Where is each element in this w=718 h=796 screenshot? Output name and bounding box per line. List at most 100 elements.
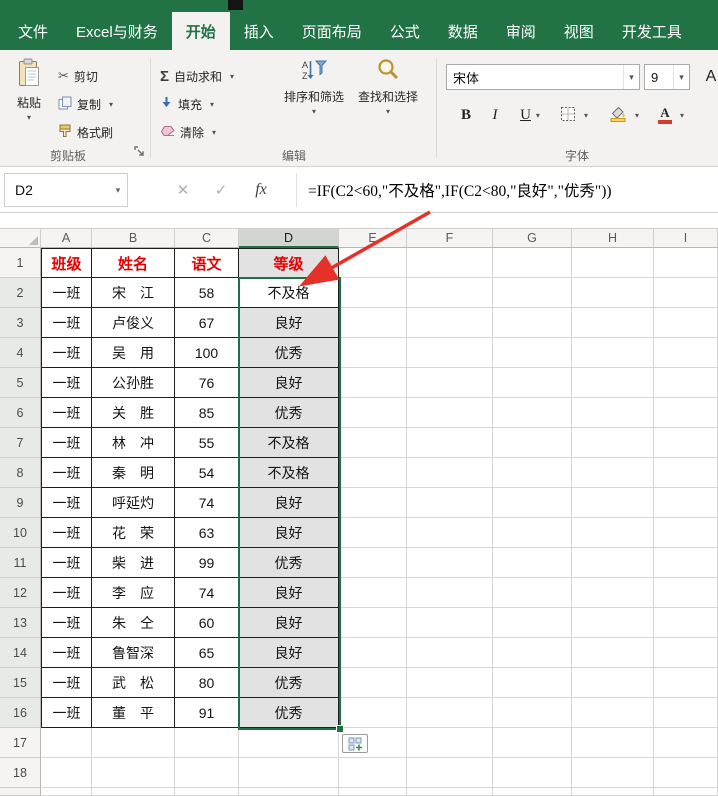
cell-E7[interactable] xyxy=(339,428,407,458)
cell-A7[interactable]: 一班 xyxy=(41,428,92,458)
cell-I6[interactable] xyxy=(654,398,718,428)
column-header-G[interactable]: G xyxy=(493,228,572,248)
cell-F11[interactable] xyxy=(407,548,493,578)
cell-H10[interactable] xyxy=(572,518,654,548)
cell-D6[interactable]: 优秀 xyxy=(239,398,339,428)
cell-C5[interactable]: 76 xyxy=(175,368,239,398)
cell-E13[interactable] xyxy=(339,608,407,638)
cell-D1[interactable]: 等级 xyxy=(239,248,339,278)
cell-A1[interactable]: 班级 xyxy=(41,248,92,278)
cell-D11[interactable]: 优秀 xyxy=(239,548,339,578)
cell-F4[interactable] xyxy=(407,338,493,368)
cell-I4[interactable] xyxy=(654,338,718,368)
paste-dropdown-icon[interactable]: ▾ xyxy=(27,114,31,122)
sort-filter-button[interactable]: A Z 排序和筛选 ▾ xyxy=(278,54,350,148)
row-header-8[interactable]: 8 xyxy=(0,458,41,488)
cell-D8[interactable]: 不及格 xyxy=(239,458,339,488)
cell-H4[interactable] xyxy=(572,338,654,368)
grow-font-button[interactable]: A xyxy=(698,64,718,90)
cell-I13[interactable] xyxy=(654,608,718,638)
cell-C16[interactable]: 91 xyxy=(175,698,239,728)
cell-A18[interactable] xyxy=(41,758,92,788)
cell-E12[interactable] xyxy=(339,578,407,608)
cell-I16[interactable] xyxy=(654,698,718,728)
format-painter-button[interactable]: 格式刷 xyxy=(58,120,113,144)
tab-developer[interactable]: 开发工具 xyxy=(608,12,696,50)
bold-button[interactable]: B xyxy=(452,102,480,128)
fill-color-button[interactable] xyxy=(610,102,639,128)
row-header-3[interactable]: 3 xyxy=(0,308,41,338)
cell-I15[interactable] xyxy=(654,668,718,698)
cell-D9[interactable]: 良好 xyxy=(239,488,339,518)
cell-D14[interactable]: 良好 xyxy=(239,638,339,668)
cell-I7[interactable] xyxy=(654,428,718,458)
row-header-6[interactable]: 6 xyxy=(0,398,41,428)
cell-B17[interactable] xyxy=(92,728,175,758)
cell-E9[interactable] xyxy=(339,488,407,518)
cell-G4[interactable] xyxy=(493,338,572,368)
cell-D3[interactable]: 良好 xyxy=(239,308,339,338)
cell-G6[interactable] xyxy=(493,398,572,428)
cell-B4[interactable]: 吴 用 xyxy=(92,338,175,368)
cell-I9[interactable] xyxy=(654,488,718,518)
cell-B13[interactable]: 朱 仝 xyxy=(92,608,175,638)
cell-A14[interactable]: 一班 xyxy=(41,638,92,668)
row-header-14[interactable]: 14 xyxy=(0,638,41,668)
cell-I17[interactable] xyxy=(654,728,718,758)
cell-G1[interactable] xyxy=(493,248,572,278)
row-header-11[interactable]: 11 xyxy=(0,548,41,578)
tab-data[interactable]: 数据 xyxy=(434,12,492,50)
cell-G3[interactable] xyxy=(493,308,572,338)
fill-button[interactable]: 填充 xyxy=(160,92,214,116)
column-header-F[interactable]: F xyxy=(407,228,493,248)
fill-handle[interactable] xyxy=(336,725,344,733)
cell-A11[interactable]: 一班 xyxy=(41,548,92,578)
cell-A3[interactable]: 一班 xyxy=(41,308,92,338)
cell-F5[interactable] xyxy=(407,368,493,398)
cell-G18[interactable] xyxy=(493,758,572,788)
formula-input[interactable]: =IF(C2<60,"不及格",IF(C2<80,"良好","优秀")) xyxy=(308,167,718,213)
cell-D18[interactable] xyxy=(239,758,339,788)
tab-home[interactable]: 开始 xyxy=(172,12,230,50)
cell-H2[interactable] xyxy=(572,278,654,308)
cell-C14[interactable]: 65 xyxy=(175,638,239,668)
cell-H6[interactable] xyxy=(572,398,654,428)
cell-H5[interactable] xyxy=(572,368,654,398)
cell-H8[interactable] xyxy=(572,458,654,488)
cell-F8[interactable] xyxy=(407,458,493,488)
cell-G12[interactable] xyxy=(493,578,572,608)
font-size-dropdown-icon[interactable]: ▾ xyxy=(673,65,689,89)
borders-button[interactable] xyxy=(560,102,588,128)
cell-F15[interactable] xyxy=(407,668,493,698)
cell-G15[interactable] xyxy=(493,668,572,698)
cell-G11[interactable] xyxy=(493,548,572,578)
cell-E2[interactable] xyxy=(339,278,407,308)
cell-H14[interactable] xyxy=(572,638,654,668)
cell-H3[interactable] xyxy=(572,308,654,338)
cell-E19[interactable] xyxy=(339,788,407,796)
cell-C13[interactable]: 60 xyxy=(175,608,239,638)
cell-I10[interactable] xyxy=(654,518,718,548)
cell-D16[interactable]: 优秀 xyxy=(239,698,339,728)
cell-D10[interactable]: 良好 xyxy=(239,518,339,548)
cell-B15[interactable]: 武 松 xyxy=(92,668,175,698)
cell-E1[interactable] xyxy=(339,248,407,278)
column-header-H[interactable]: H xyxy=(572,228,654,248)
cell-H1[interactable] xyxy=(572,248,654,278)
font-name-combo[interactable]: 宋体 ▾ xyxy=(446,64,640,90)
cell-H9[interactable] xyxy=(572,488,654,518)
cell-D2[interactable]: 不及格 xyxy=(239,278,339,308)
cell-H17[interactable] xyxy=(572,728,654,758)
cell-A17[interactable] xyxy=(41,728,92,758)
insert-function-button[interactable]: fx xyxy=(246,167,276,213)
cell-C4[interactable]: 100 xyxy=(175,338,239,368)
cell-B10[interactable]: 花 荣 xyxy=(92,518,175,548)
cell-A2[interactable]: 一班 xyxy=(41,278,92,308)
name-box[interactable]: D2 ▾ xyxy=(4,173,128,207)
cell-H7[interactable] xyxy=(572,428,654,458)
tab-insert[interactable]: 插入 xyxy=(230,12,288,50)
cell-I8[interactable] xyxy=(654,458,718,488)
cell-A10[interactable]: 一班 xyxy=(41,518,92,548)
cell-E11[interactable] xyxy=(339,548,407,578)
cell-B16[interactable]: 董 平 xyxy=(92,698,175,728)
